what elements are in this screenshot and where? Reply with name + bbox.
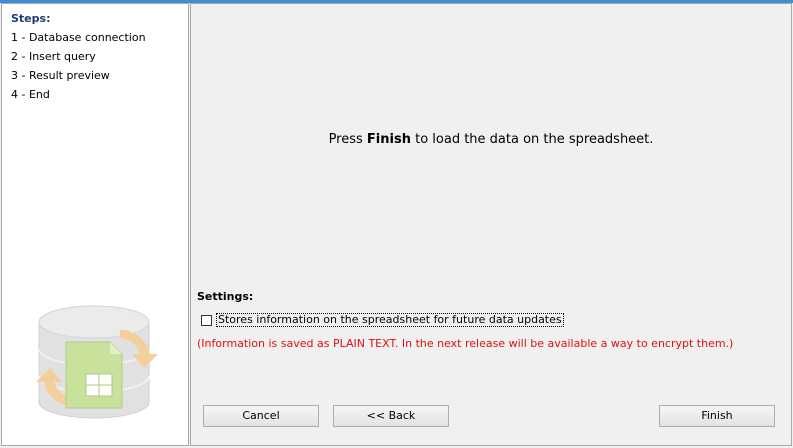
message-prefix: Press [328,132,367,147]
main-content-panel: Press Finish to load the data on the spr… [190,3,792,446]
store-info-checkbox-row[interactable]: Stores information on the spreadsheet fo… [201,313,564,327]
settings-title: Settings: [197,290,254,303]
back-button[interactable]: << Back [333,405,449,427]
step-item-insert-query: 2 - Insert query [11,50,96,63]
store-info-checkbox[interactable] [201,314,212,326]
message-bold-finish: Finish [366,132,411,147]
step-item-result-preview: 3 - Result preview [11,69,110,82]
store-info-checkbox-label[interactable]: Stores information on the spreadsheet fo… [216,313,564,327]
steps-panel: Steps: 1 - Database connection 2 - Inser… [1,3,189,446]
cancel-button[interactable]: Cancel [203,405,319,427]
step-item-end: 4 - End [11,88,50,101]
message-suffix: to load the data on the spreadsheet. [410,132,654,147]
finish-instruction-message: Press Finish to load the data on the spr… [191,132,791,147]
plain-text-warning: (Information is saved as PLAIN TEXT. In … [197,337,734,350]
steps-title: Steps: [11,12,51,25]
finish-button[interactable]: Finish [659,405,775,427]
database-spreadsheet-logo-icon [36,305,158,419]
step-item-database-connection: 1 - Database connection [11,31,146,44]
